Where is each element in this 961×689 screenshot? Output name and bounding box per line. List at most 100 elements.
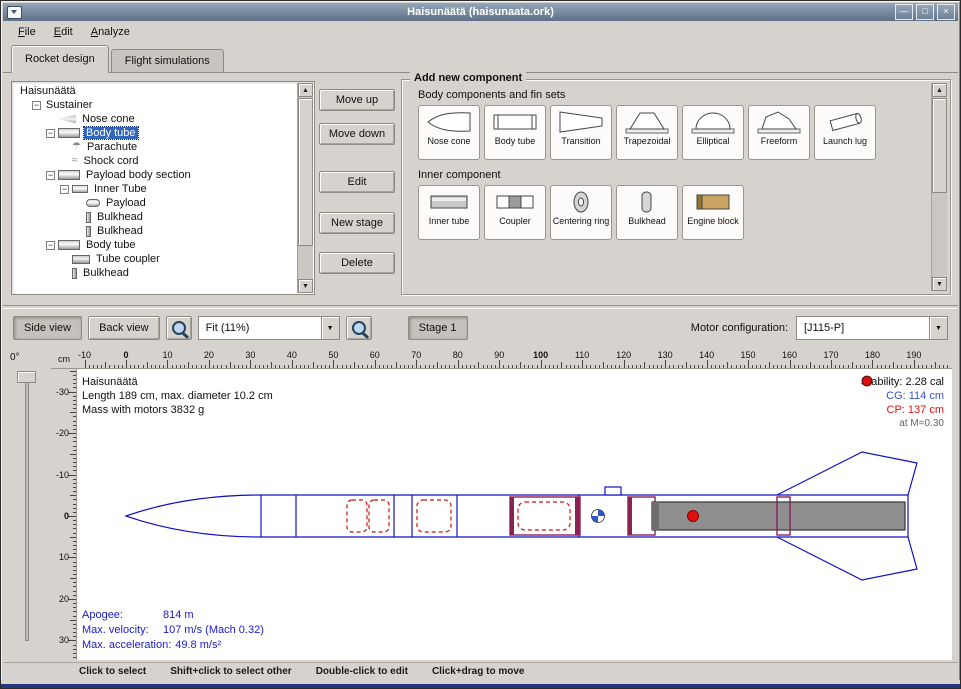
flight-stat-value: 107 m/s (Mach 0.32) (163, 623, 264, 638)
engineblock-icon (690, 189, 736, 215)
zoom-value: Fit (11%) (199, 317, 321, 339)
action-move-up[interactable]: Move up (319, 89, 395, 111)
palette-inner-tube[interactable]: Inner tube (418, 185, 480, 240)
expander-icon[interactable]: − (60, 185, 69, 194)
back-view-button[interactable]: Back view (88, 316, 160, 340)
ruler-label: 170 (819, 350, 843, 360)
palette-elliptical[interactable]: Elliptical (682, 105, 744, 160)
body-tube-icon (58, 128, 80, 138)
expander-icon[interactable]: − (46, 241, 55, 250)
scroll-thumb[interactable] (298, 98, 313, 246)
minimize-button[interactable]: — (895, 4, 913, 20)
expander-icon[interactable]: − (32, 101, 41, 110)
ruler-label: 120 (612, 350, 636, 360)
stability-value: Stability: 2.28 cal (861, 375, 944, 389)
trapezoidal-icon (624, 109, 670, 135)
tree-item-parachute[interactable]: ☂Parachute (14, 140, 297, 154)
ruler-label: 20 (51, 594, 69, 604)
tree-item-haisun-t[interactable]: Haisunäätä (14, 84, 297, 98)
palette-body-tube[interactable]: Body tube (484, 105, 546, 160)
action-delete[interactable]: Delete (319, 252, 395, 274)
ruler-label: 50 (321, 350, 345, 360)
rocket-canvas[interactable]: Haisunäätä Length 189 cm, max. diameter … (77, 369, 952, 660)
action-edit[interactable]: Edit (319, 171, 395, 193)
menu-analyze[interactable]: Analyze (82, 24, 139, 40)
rotation-slider-handle[interactable] (17, 371, 36, 383)
scroll-thumb[interactable] (932, 98, 947, 193)
action-new-stage[interactable]: New stage (319, 212, 395, 234)
tree-item-bulkhead[interactable]: Bulkhead (14, 210, 297, 224)
bulkhead-icon (86, 226, 91, 237)
tab-flight-simulations[interactable]: Flight simulations (111, 49, 224, 72)
tab-rocket-design[interactable]: Rocket design (11, 45, 109, 73)
scroll-down-button[interactable]: ▼ (932, 277, 947, 291)
scroll-up-button[interactable]: ▲ (298, 83, 313, 97)
tree-item-payload[interactable]: Payload (14, 196, 297, 210)
side-view-button[interactable]: Side view (13, 316, 82, 340)
splitter[interactable] (3, 305, 958, 309)
tree-item-body-tube[interactable]: −Body tube (14, 238, 297, 252)
expander-icon[interactable]: − (46, 171, 55, 180)
maximize-button[interactable]: □ (916, 4, 934, 20)
menu-edit[interactable]: Edit (45, 24, 82, 40)
flight-stat-label: Max. velocity: (82, 623, 159, 638)
flight-stat-value: 49.8 m/s² (175, 638, 221, 653)
palette-bulkhead[interactable]: Bulkhead (616, 185, 678, 240)
palette-engine-block[interactable]: Engine block (682, 185, 744, 240)
motor-configuration-select[interactable]: [J115-P] ▼ (796, 316, 948, 340)
tree-item-label: Parachute (85, 141, 139, 153)
tree-item-label: Payload (104, 197, 148, 209)
palette-centering-ring[interactable]: Centering ring (550, 185, 612, 240)
palette-nose-cone[interactable]: Nose cone (418, 105, 480, 160)
motor-configuration-label: Motor configuration: (691, 322, 788, 334)
rocket-name: Haisunäätä (82, 375, 273, 389)
menu-file[interactable]: File (9, 24, 45, 40)
payload-icon (86, 199, 100, 207)
palette-section-label: Inner component (418, 169, 950, 181)
chevron-down-icon[interactable]: ▼ (321, 317, 339, 339)
tree-item-payload-body-section[interactable]: −Payload body section (14, 168, 297, 182)
tree-item-shock-cord[interactable]: ≈Shock cord (14, 154, 297, 168)
flight-stat-row: Apogee:814 m (82, 608, 264, 623)
rocket-view: 0° cm -100102030405060708090100110120130… (3, 349, 958, 660)
scroll-up-button[interactable]: ▲ (932, 83, 947, 97)
title-bar[interactable]: Haisunäätä (haisunaata.ork) —□× (3, 3, 958, 21)
zoom-in-button[interactable] (166, 316, 192, 340)
tree-item-bulkhead[interactable]: Bulkhead (14, 266, 297, 280)
stage-1-toggle[interactable]: Stage 1 (408, 316, 468, 340)
tree-item-nose-cone[interactable]: Nose cone (14, 112, 297, 126)
palette-launch-lug[interactable]: Launch lug (814, 105, 876, 160)
expander-icon[interactable]: − (46, 129, 55, 138)
zoom-select[interactable]: Fit (11%) ▼ (198, 316, 340, 340)
help-double-click-to-edit: Double-click to edit (316, 666, 408, 677)
chevron-down-icon[interactable]: ▼ (929, 317, 947, 339)
palette-item-label: Bulkhead (628, 216, 666, 226)
tree-item-bulkhead[interactable]: Bulkhead (14, 224, 297, 238)
scroll-down-button[interactable]: ▼ (298, 279, 313, 293)
tree-item-inner-tube[interactable]: −Inner Tube (14, 182, 297, 196)
window-controls: —□× (892, 4, 955, 20)
palette-transition[interactable]: Transition (550, 105, 612, 160)
palette-freeform[interactable]: Freeform (748, 105, 810, 160)
palette-trapezoidal[interactable]: Trapezoidal (616, 105, 678, 160)
close-button[interactable]: × (937, 4, 955, 20)
tree-scrollbar[interactable]: ▲ ▼ (297, 83, 313, 293)
add-component-groupbox: Add new component Body components and fi… (401, 79, 951, 295)
window-title: Haisunäätä (haisunaata.ork) (3, 6, 958, 18)
ruler-label: 20 (197, 350, 221, 360)
tree-item-label: Bulkhead (95, 211, 145, 223)
zoom-out-button[interactable] (346, 316, 372, 340)
ruler-label: -10 (51, 470, 69, 480)
tree-item-sustainer[interactable]: −Sustainer (14, 98, 297, 112)
tree-item-body-tube[interactable]: −Body tube (14, 126, 297, 140)
transition-icon (558, 109, 604, 135)
tree-item-tube-coupler[interactable]: Tube coupler (14, 252, 297, 266)
action-move-down[interactable]: Move down (319, 123, 395, 145)
rocket-length: Length 189 cm, max. diameter 10.2 cm (82, 389, 273, 403)
ruler-label: 100 (529, 350, 553, 360)
magnifier-icon (352, 321, 366, 335)
palette-scrollbar[interactable]: ▲ ▼ (931, 83, 947, 291)
rotation-slider-track[interactable] (25, 375, 29, 641)
magnifier-icon (172, 321, 186, 335)
palette-coupler[interactable]: Coupler (484, 185, 546, 240)
